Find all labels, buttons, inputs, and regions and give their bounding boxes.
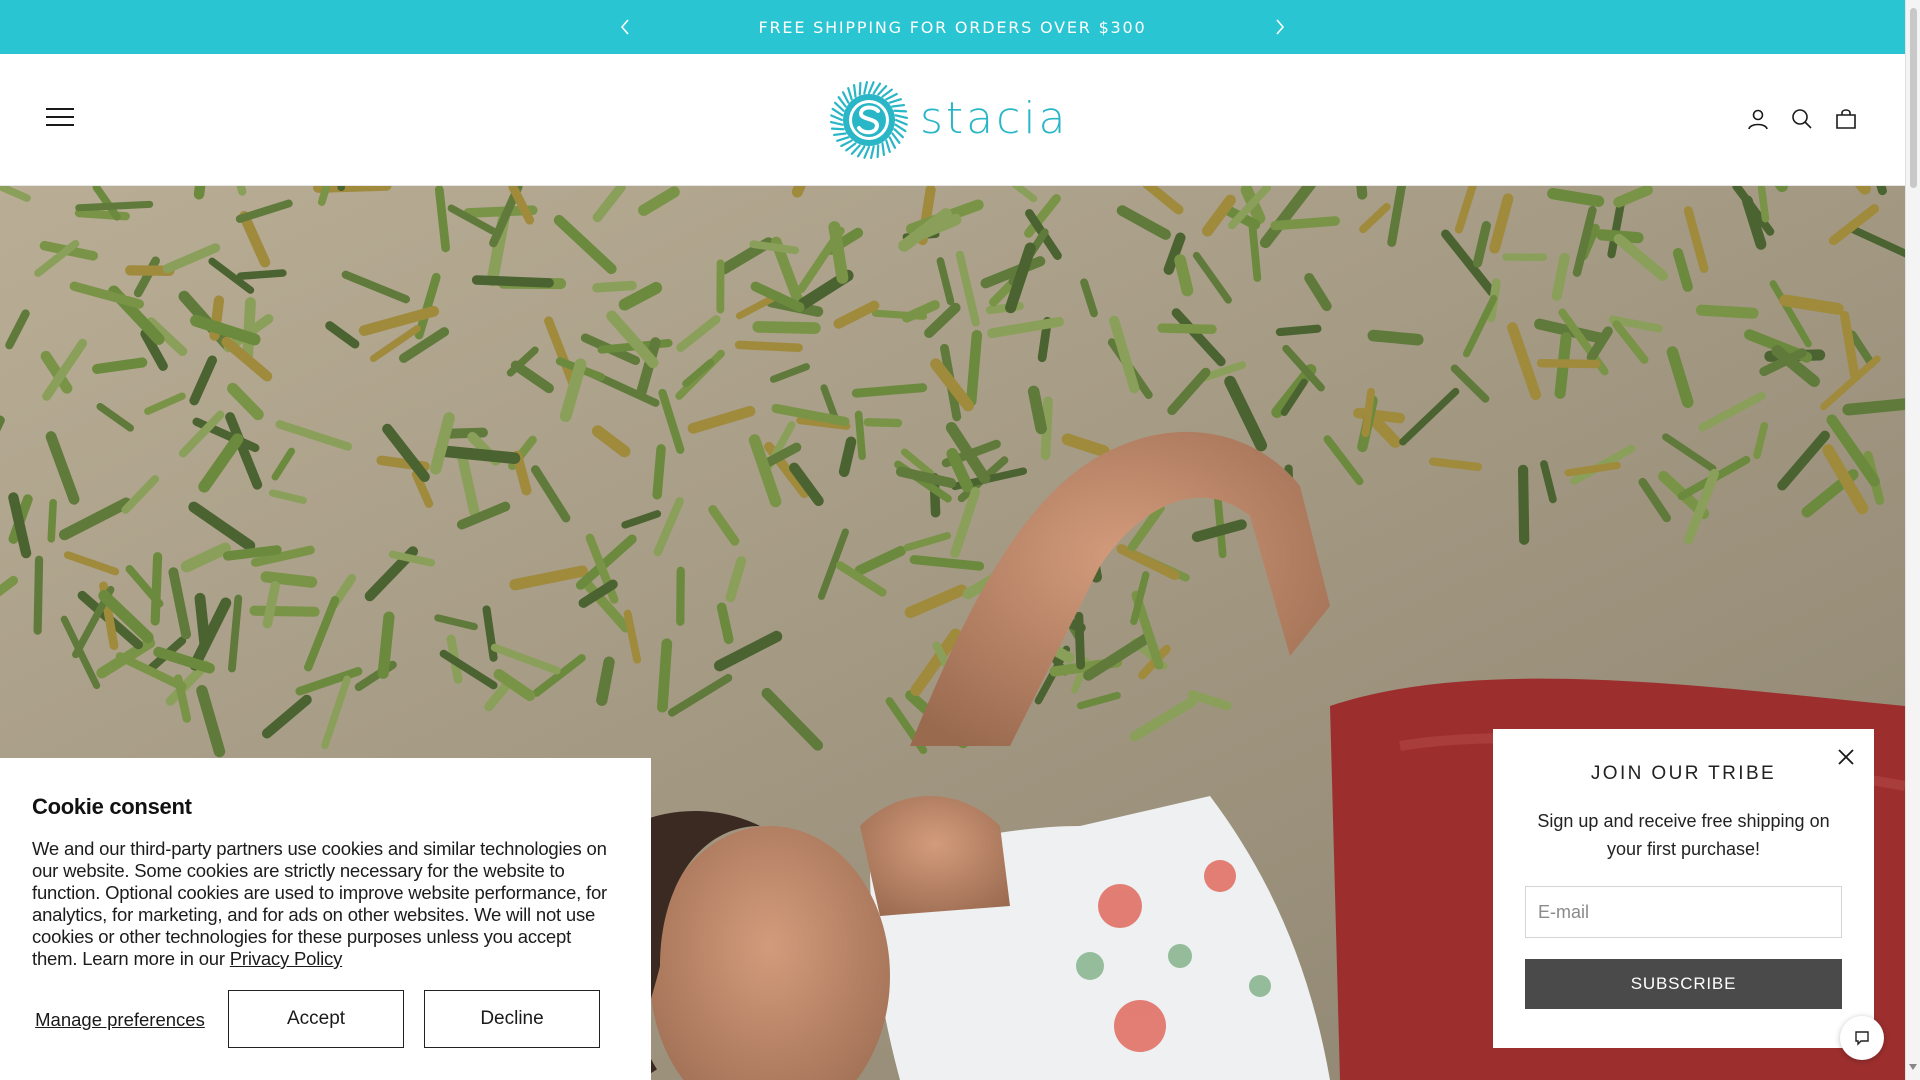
email-field[interactable] (1525, 886, 1842, 938)
announcement-bar: FREE SHIPPING FOR ORDERS OVER $300 (0, 0, 1905, 54)
account-icon[interactable] (1745, 106, 1771, 132)
cookie-body: We and our third-party partners use cook… (32, 838, 619, 970)
announcement-message: FREE SHIPPING FOR ORDERS OVER $300 (758, 17, 1147, 37)
scroll-down-arrow-icon[interactable] (1909, 1064, 1917, 1070)
site-logo[interactable]: stacia (828, 78, 1069, 162)
cookie-actions: Manage preferences Accept Decline (32, 990, 620, 1048)
scrollbar-thumb[interactable] (1910, 8, 1917, 188)
header-icons (1745, 106, 1859, 132)
cart-bag-icon[interactable] (1833, 106, 1859, 132)
cookie-consent-panel: Cookie consent We and our third-party pa… (0, 758, 651, 1080)
cookie-title: Cookie consent (32, 794, 192, 819)
newsletter-title: JOIN OUR TRIBE (1590, 763, 1777, 784)
chat-bubble-icon[interactable] (1840, 1016, 1884, 1060)
page: FREE SHIPPING FOR ORDERS OVER $300 staci… (0, 0, 1905, 1080)
privacy-policy-link[interactable]: Privacy Policy (230, 948, 343, 969)
logo-sun-icon (829, 80, 909, 160)
page-scrollbar[interactable] (1905, 0, 1920, 1080)
close-icon[interactable] (1834, 745, 1858, 769)
hamburger-menu-icon[interactable] (46, 108, 74, 130)
newsletter-subtitle: Sign up and receive free shipping on you… (1537, 811, 1830, 859)
decline-button[interactable]: Decline (424, 990, 600, 1048)
search-icon[interactable] (1789, 106, 1815, 132)
subscribe-button[interactable]: SUBSCRIBE (1525, 959, 1842, 1009)
logo-wordmark: stacia (920, 92, 1069, 144)
accept-button[interactable]: Accept (228, 990, 404, 1048)
chevron-left-icon[interactable] (613, 15, 637, 39)
newsletter-popup: JOIN OUR TRIBE Sign up and receive free … (1493, 729, 1874, 1048)
site-header: stacia (0, 54, 1905, 186)
chevron-right-icon[interactable] (1268, 15, 1292, 39)
manage-preferences-button[interactable]: Manage preferences (32, 1009, 208, 1030)
